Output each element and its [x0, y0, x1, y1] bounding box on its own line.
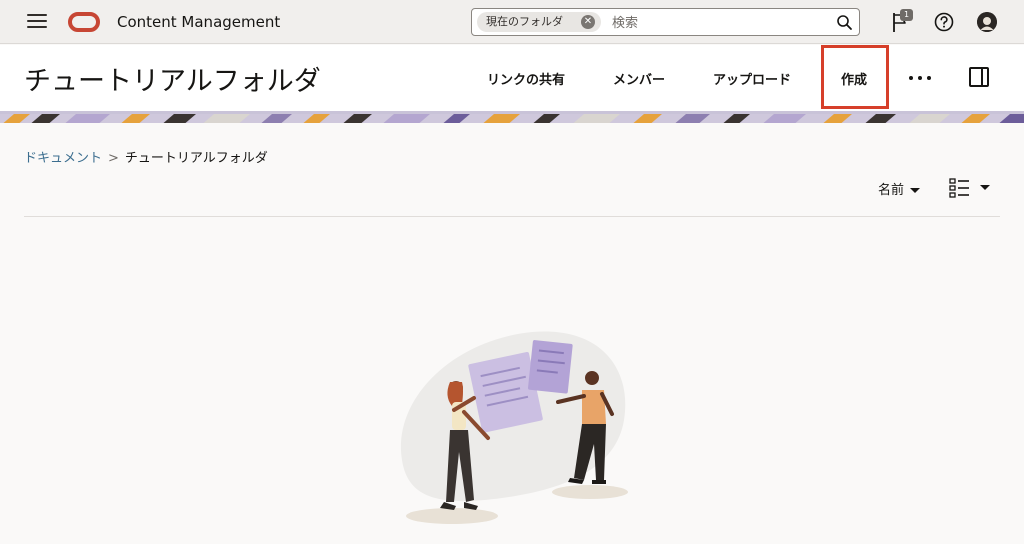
list-view-icon	[949, 178, 990, 198]
chevron-down-icon	[910, 188, 921, 193]
help-icon[interactable]	[934, 12, 954, 32]
side-panel-icon[interactable]	[969, 67, 989, 87]
empty-folder-illustration	[392, 330, 632, 544]
breadcrumb-separator: >	[108, 151, 119, 166]
sort-dropdown[interactable]: 名前	[878, 179, 921, 198]
search-scope-label: 現在のフォルダ	[486, 15, 563, 28]
banner-pattern	[0, 114, 1024, 123]
top-app-bar: Content Management 現在のフォルダ ✕ 1	[0, 0, 1024, 44]
hamburger-menu-icon[interactable]	[27, 14, 47, 30]
user-avatar[interactable]	[977, 12, 997, 32]
toolbar-divider	[24, 216, 1000, 217]
breadcrumb-current: チュートリアルフォルダ	[124, 151, 268, 166]
oracle-logo	[68, 12, 100, 32]
page-title: チュートリアルフォルダ	[24, 66, 321, 97]
breadcrumb: ドキュメント > チュートリアルフォルダ	[24, 147, 268, 166]
search-scope-chip[interactable]: 現在のフォルダ ✕	[477, 12, 601, 32]
view-mode-dropdown[interactable]	[949, 178, 993, 198]
upload-button[interactable]: アップロード	[713, 69, 791, 88]
decorative-banner	[0, 111, 1024, 123]
share-link-button[interactable]: リンクの共有	[487, 69, 565, 88]
page-header: チュートリアルフォルダ リンクの共有 メンバー アップロード 作成	[0, 45, 1024, 111]
app-title: Content Management	[117, 13, 281, 31]
breadcrumb-root-link[interactable]: ドキュメント	[24, 151, 102, 166]
create-button[interactable]: 作成	[841, 69, 867, 88]
more-options-icon[interactable]	[909, 76, 933, 82]
notification-badge: 1	[900, 9, 913, 21]
search-input[interactable]	[612, 13, 827, 33]
search-icon[interactable]	[836, 14, 853, 31]
clear-scope-icon[interactable]: ✕	[581, 15, 595, 29]
members-button[interactable]: メンバー	[613, 69, 665, 88]
sort-label: 名前	[878, 183, 905, 198]
search-box: 現在のフォルダ ✕	[471, 8, 860, 36]
